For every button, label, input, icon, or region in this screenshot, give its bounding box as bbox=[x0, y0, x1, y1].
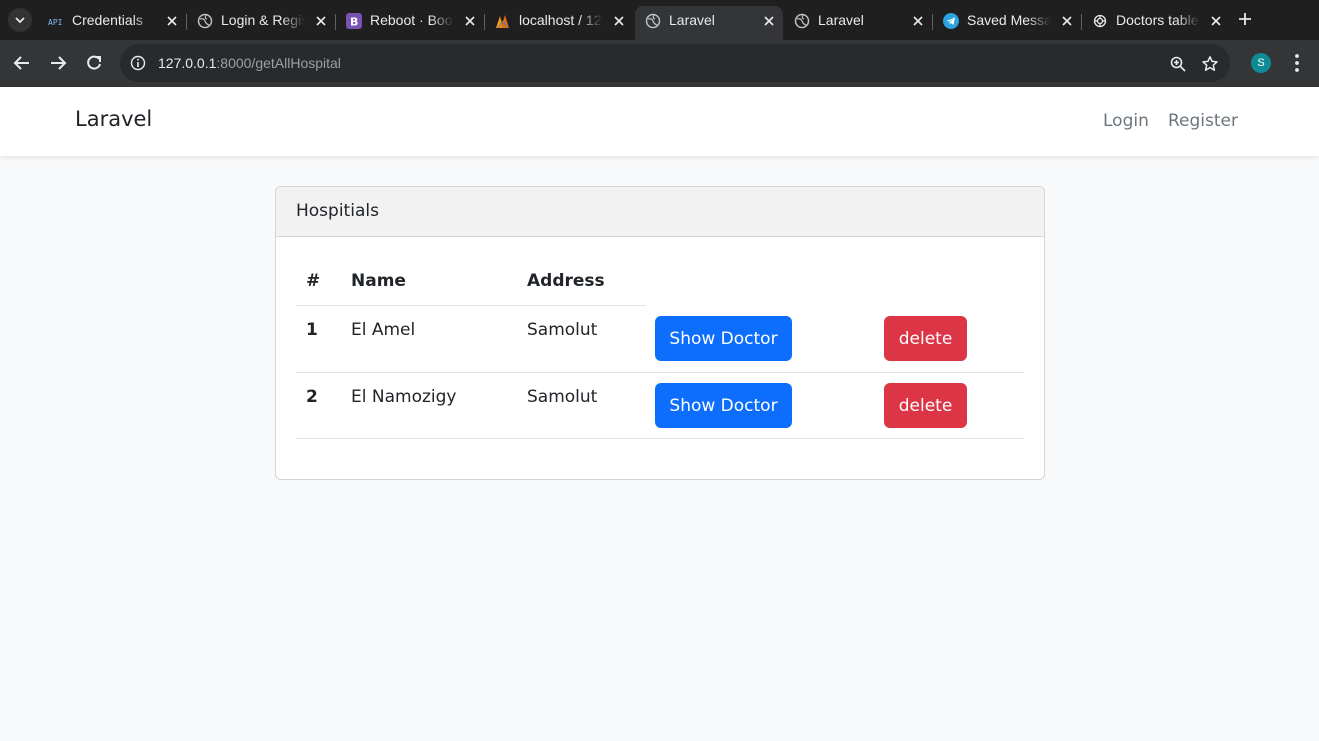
column-header-address: Address bbox=[527, 271, 605, 291]
tab-title: localhost / 127.0.0.1 bbox=[519, 12, 603, 28]
tab-title: Doctors table bbox=[1116, 12, 1199, 28]
card-header: Hospitials bbox=[276, 187, 1044, 237]
svg-text:B: B bbox=[350, 16, 358, 29]
openai-icon bbox=[1093, 14, 1107, 28]
tab-search-button[interactable] bbox=[8, 8, 32, 32]
show-doctor-button[interactable]: Show Doctor bbox=[655, 383, 792, 428]
hospital-name: El Amel bbox=[351, 320, 416, 340]
site-info-icon[interactable] bbox=[130, 55, 146, 71]
globe-icon bbox=[794, 13, 810, 29]
tab-title: Reboot · Bootstrap bbox=[370, 12, 454, 28]
tab-doctors-table[interactable]: Doctors table bbox=[1082, 6, 1230, 40]
row-number: 2 bbox=[306, 387, 318, 407]
tab-laravel[interactable]: Laravel bbox=[784, 6, 932, 40]
app-navbar: Laravel Login Register bbox=[0, 87, 1319, 156]
telegram-icon bbox=[943, 13, 959, 29]
tab-title: Saved Messages bbox=[967, 12, 1051, 28]
tab-laravel-active[interactable]: Laravel bbox=[635, 6, 783, 40]
tab-login-registration[interactable]: Login & Registration bbox=[187, 6, 335, 40]
close-icon[interactable] bbox=[164, 13, 180, 29]
tab-title: Laravel bbox=[818, 12, 864, 28]
column-header-name: Name bbox=[351, 271, 406, 291]
close-icon[interactable] bbox=[761, 13, 777, 29]
close-icon[interactable] bbox=[611, 13, 627, 29]
url-text[interactable]: 127.0.0.1:8000/getAllHospital bbox=[158, 55, 341, 71]
browser-tab-bar: API Credentials Login & Registration B R… bbox=[0, 0, 1319, 40]
close-icon[interactable] bbox=[910, 13, 926, 29]
globe-icon bbox=[197, 13, 213, 29]
tab-title: Laravel bbox=[669, 12, 715, 28]
profile-avatar[interactable]: S bbox=[1251, 53, 1271, 73]
back-arrow-icon[interactable] bbox=[11, 52, 33, 74]
new-tab-plus-icon[interactable] bbox=[1236, 10, 1254, 28]
close-icon[interactable] bbox=[313, 13, 329, 29]
tab-reboot-bootstrap[interactable]: B Reboot · Bootstrap bbox=[336, 6, 484, 40]
address-bar[interactable]: 127.0.0.1:8000/getAllHospital bbox=[120, 44, 1230, 82]
phpmyadmin-icon bbox=[496, 15, 509, 29]
tab-title: Login & Registration bbox=[221, 12, 305, 28]
hospital-name: El Namozigy bbox=[351, 387, 457, 407]
url-host: 127.0.0.1 bbox=[158, 55, 217, 71]
tab-saved-messages[interactable]: Saved Messages bbox=[933, 6, 1081, 40]
bookmark-star-icon[interactable] bbox=[1201, 55, 1219, 73]
delete-button[interactable]: delete bbox=[884, 316, 967, 361]
close-icon[interactable] bbox=[1208, 13, 1224, 29]
forward-arrow-icon[interactable] bbox=[47, 52, 69, 74]
navbar-brand[interactable]: Laravel bbox=[75, 107, 152, 131]
globe-icon bbox=[645, 13, 661, 29]
zoom-icon[interactable] bbox=[1169, 55, 1187, 73]
api-icon: API bbox=[48, 18, 63, 27]
hospital-address: Samolut bbox=[527, 387, 598, 407]
delete-button[interactable]: delete bbox=[884, 383, 967, 428]
column-header-number: # bbox=[306, 271, 321, 291]
browser-toolbar: 127.0.0.1:8000/getAllHospital S bbox=[0, 40, 1319, 87]
row-number: 1 bbox=[306, 320, 318, 340]
header-divider bbox=[296, 305, 646, 306]
hospital-address: Samolut bbox=[527, 320, 598, 340]
more-options-icon[interactable] bbox=[1287, 52, 1307, 74]
close-icon[interactable] bbox=[1059, 13, 1075, 29]
login-link[interactable]: Login bbox=[1103, 111, 1149, 131]
svg-text:API: API bbox=[48, 18, 63, 27]
chevron-down-icon bbox=[15, 17, 25, 24]
row-divider bbox=[296, 438, 1024, 439]
tab-phpmyadmin[interactable]: localhost / 127.0.0.1 bbox=[485, 6, 633, 40]
hospitals-card: Hospitials # Name Address 1 El Amel Samo… bbox=[275, 186, 1045, 480]
bootstrap-icon: B bbox=[346, 13, 362, 29]
row-divider bbox=[296, 372, 1024, 373]
tab-credentials[interactable]: API Credentials bbox=[38, 6, 186, 40]
url-path: :8000/getAllHospital bbox=[216, 55, 341, 71]
tab-title: Credentials bbox=[72, 12, 143, 28]
reload-icon[interactable] bbox=[83, 52, 105, 74]
show-doctor-button[interactable]: Show Doctor bbox=[655, 316, 792, 361]
close-icon[interactable] bbox=[462, 13, 478, 29]
register-link[interactable]: Register bbox=[1168, 111, 1238, 131]
card-title: Hospitials bbox=[296, 201, 379, 221]
